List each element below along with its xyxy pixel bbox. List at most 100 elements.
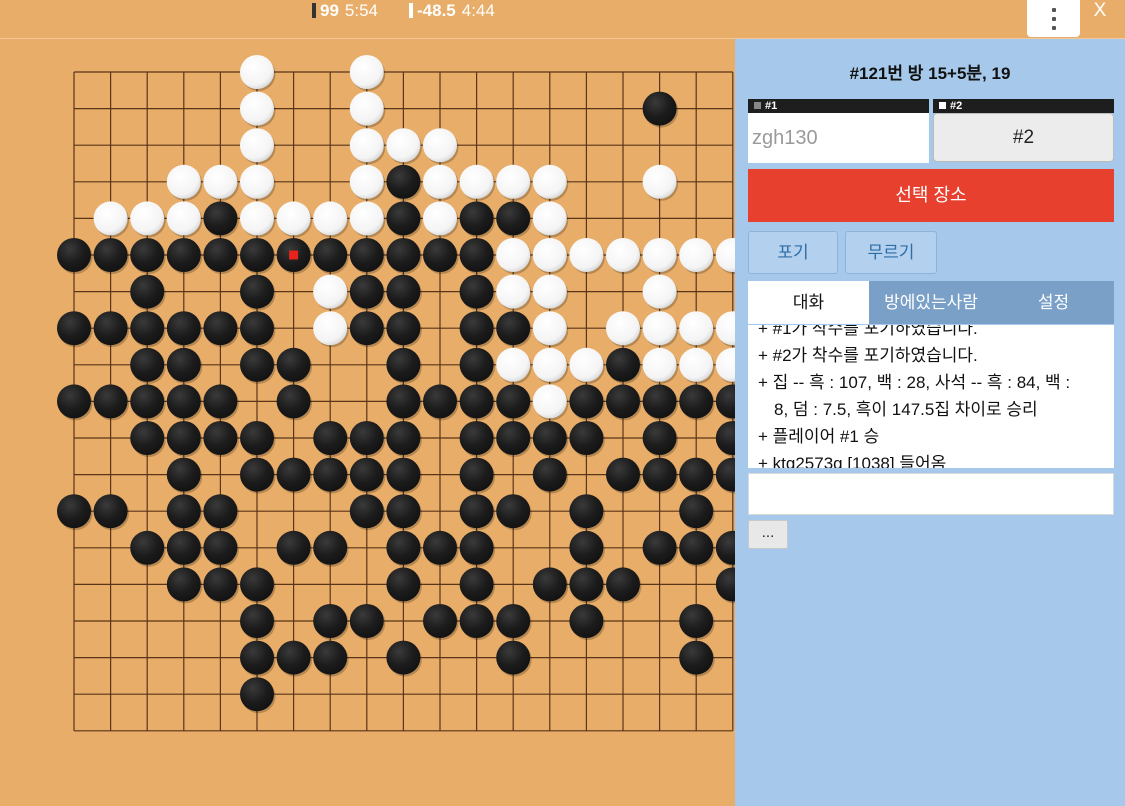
black-stone <box>386 494 421 529</box>
black-stone <box>679 457 714 492</box>
black-stone <box>93 238 128 272</box>
white-stone <box>459 164 494 199</box>
white-stone <box>166 164 201 199</box>
white-stone <box>642 274 677 309</box>
black-stone <box>313 238 348 272</box>
white-stone <box>313 274 348 309</box>
menu-button[interactable] <box>1027 0 1080 37</box>
tab-people-in-room[interactable]: 방에있는사람 <box>869 281 993 324</box>
black-stone <box>203 238 238 272</box>
black-stone <box>496 421 531 455</box>
player2-seat-button[interactable]: #2 <box>933 113 1114 162</box>
black-stone <box>459 238 494 272</box>
black-stone <box>569 494 604 529</box>
black-stone <box>93 384 128 419</box>
white-stone <box>240 91 274 126</box>
black-stone <box>386 238 421 272</box>
black-stone <box>569 421 604 455</box>
player1-label: #1 <box>765 100 778 112</box>
black-stone <box>349 311 384 346</box>
black-stone <box>496 384 531 419</box>
tab-chat[interactable]: 대화 <box>748 281 869 324</box>
select-place-button[interactable]: 선택 장소 <box>748 169 1114 222</box>
black-stone <box>459 604 494 638</box>
player2-label: #2 <box>950 100 963 112</box>
white-stone <box>679 347 714 382</box>
chat-message-text: + 집 -- 흑 : 107, 백 : 28, 사석 -- 흑 : 84, 백 … <box>758 373 1071 392</box>
white-stone <box>166 201 201 236</box>
chat-message-text: + #1가 착수를 포기하였습니다. <box>758 325 978 338</box>
close-button[interactable]: X <box>1088 0 1112 24</box>
black-stone <box>642 384 677 419</box>
black-stone <box>313 530 348 565</box>
white-stone <box>313 201 348 236</box>
black-stone <box>386 530 421 565</box>
white-stone <box>276 201 311 236</box>
tab-settings[interactable]: 설정 <box>993 281 1114 324</box>
white-stone <box>532 201 567 236</box>
more-button[interactable]: ... <box>748 520 788 549</box>
black-stone <box>57 494 91 529</box>
white-time: 4:44 <box>461 1 495 20</box>
player1-header: #1 <box>748 99 929 113</box>
black-stone <box>240 677 274 712</box>
kebab-dot-icon <box>1051 25 1056 30</box>
black-stone <box>386 457 421 492</box>
black-stone-count: 99 <box>320 1 339 20</box>
black-stone <box>459 457 494 492</box>
white-stone <box>240 201 274 236</box>
undo-button[interactable]: 무르기 <box>845 231 937 274</box>
resign-button[interactable]: 포기 <box>748 231 838 274</box>
black-stone <box>166 530 201 565</box>
black-stone <box>93 494 128 529</box>
white-stone <box>496 164 531 199</box>
black-stone <box>532 457 567 492</box>
black-stone <box>166 421 201 455</box>
black-stone <box>423 384 457 419</box>
black-stone <box>532 421 567 455</box>
black-stone <box>459 201 494 236</box>
go-board[interactable] <box>0 39 735 806</box>
black-stone <box>496 640 531 675</box>
black-stone <box>313 421 348 455</box>
chat-message: + 집 -- 흑 : 107, 백 : 28, 사석 -- 흑 : 84, 백 … <box>748 369 1114 423</box>
white-stone <box>679 238 714 272</box>
black-stone <box>240 347 274 382</box>
white-stone <box>715 238 735 272</box>
white-stone <box>349 128 384 163</box>
chat-message-text: + #2가 착수를 포기하였습니다. <box>758 346 978 365</box>
white-stone <box>532 238 567 272</box>
chat-message-continuation: 8, 덤 : 7.5, 흑이 147.5집 차이로 승리 <box>774 400 1038 419</box>
white-indicator-icon <box>409 3 413 18</box>
black-stone <box>496 604 531 638</box>
chat-input[interactable] <box>748 473 1114 515</box>
chat-message: + 플레이어 #1 승 <box>748 423 1114 450</box>
black-stone <box>679 384 714 419</box>
black-stone <box>569 604 604 638</box>
black-stone <box>715 457 735 492</box>
black-stone <box>386 201 421 236</box>
white-stone <box>532 384 567 419</box>
black-stone <box>715 567 735 602</box>
chat-message-text: + 플레이어 #1 승 <box>758 427 880 446</box>
black-stone <box>203 567 238 602</box>
black-stone <box>240 604 274 638</box>
game-side-panel: #121번 방 15+5분, 19 #1 #2 zgh130 #2 선택 장소 … <box>735 39 1125 806</box>
black-stone <box>423 604 457 638</box>
white-stone <box>642 238 677 272</box>
white-stone <box>240 164 274 199</box>
black-stone <box>423 530 457 565</box>
black-stone <box>203 530 238 565</box>
black-stone <box>276 530 311 565</box>
white-stone <box>606 238 640 272</box>
black-stone <box>423 238 457 272</box>
black-stone <box>606 567 640 602</box>
go-board-canvas[interactable] <box>0 39 735 806</box>
black-stone <box>386 347 421 382</box>
black-stone <box>130 384 165 419</box>
white-player-status: -48.5 4:44 <box>409 0 495 22</box>
black-stone <box>93 311 128 346</box>
chat-log[interactable]: + #1가 착수를 포기하였습니다. + #2가 착수를 포기하였습니다. + … <box>748 325 1114 468</box>
black-stone <box>459 530 494 565</box>
black-player-status: 99 5:54 <box>312 0 378 22</box>
